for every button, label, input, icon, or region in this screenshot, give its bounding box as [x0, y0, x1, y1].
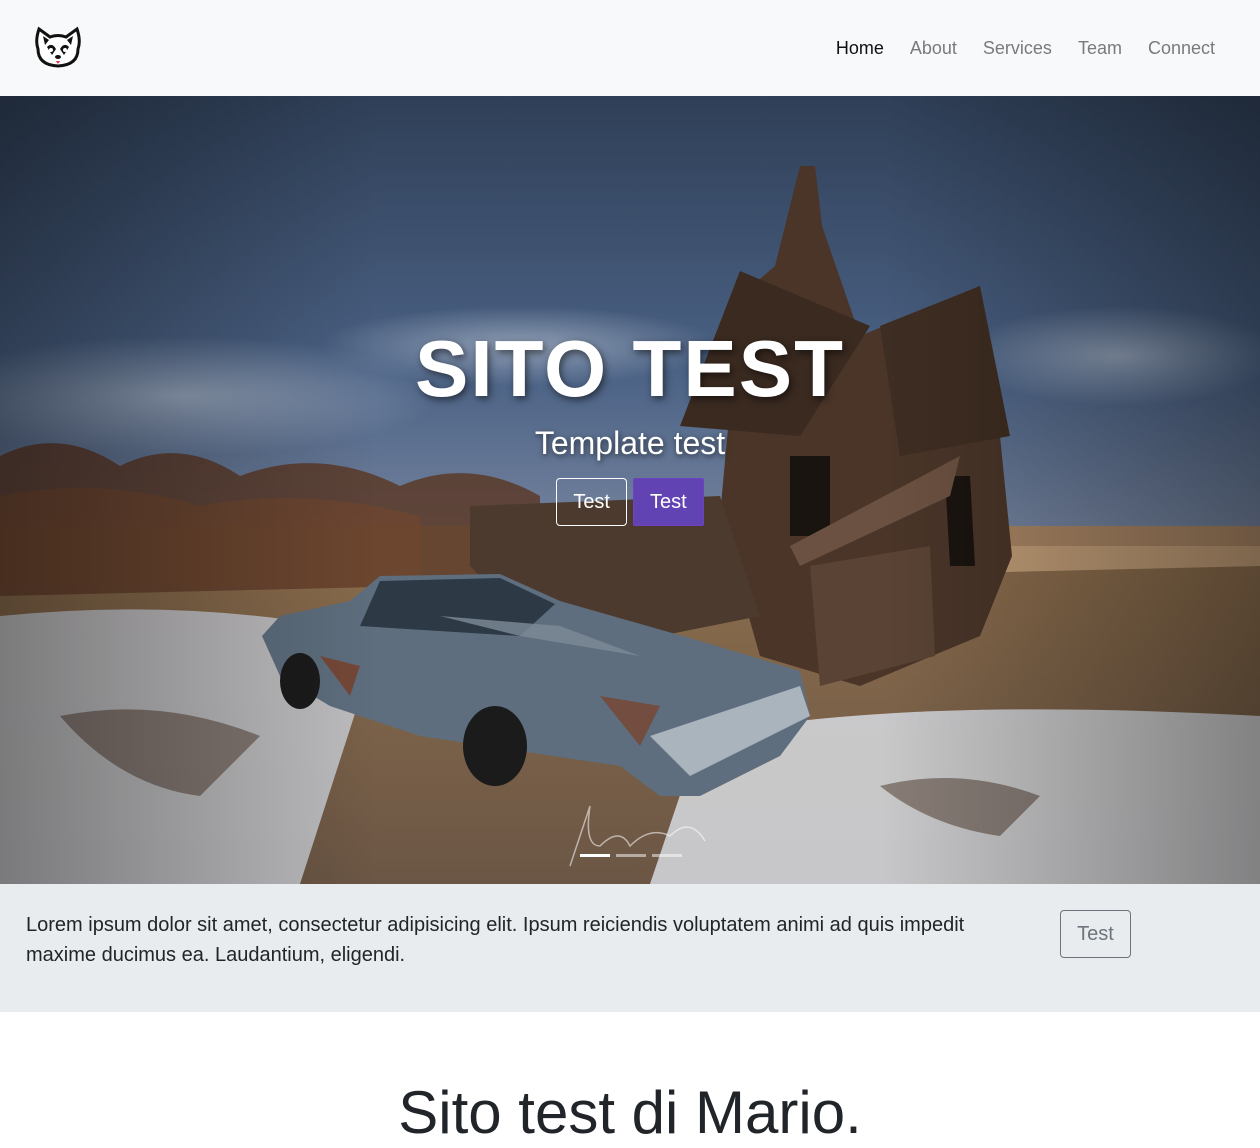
navbar: Home About Services Team Connect — [0, 0, 1260, 96]
hero-buttons: Test Test — [0, 478, 1260, 526]
nav-services[interactable]: Services — [970, 36, 1065, 60]
nav-connect[interactable]: Connect — [1135, 36, 1228, 60]
info-strip: Lorem ipsum dolor sit amet, consectetur … — [0, 884, 1260, 1012]
nav-links: Home About Services Team Connect — [823, 36, 1228, 60]
hero-carousel[interactable]: SITO TEST Template test Test Test — [0, 96, 1260, 884]
hero-title: SITO TEST — [415, 324, 845, 413]
info-text: Lorem ipsum dolor sit amet, consectetur … — [26, 914, 965, 966]
husky-logo-icon[interactable] — [34, 25, 82, 69]
hero-caption: SITO TEST Template test Test Test — [0, 324, 1260, 526]
section-title: Sito test di Mario. — [398, 1079, 862, 1146]
carousel-indicator-2[interactable] — [616, 854, 646, 857]
carousel-indicator-1[interactable] — [580, 854, 610, 857]
carousel-indicator-3[interactable] — [652, 854, 682, 857]
photographer-signature — [569, 805, 706, 867]
hero-primary-button[interactable]: Test — [633, 478, 704, 526]
info-button[interactable]: Test — [1060, 910, 1131, 958]
nav-about[interactable]: About — [897, 36, 970, 60]
carousel-indicators — [580, 854, 682, 857]
nav-team[interactable]: Team — [1065, 36, 1135, 60]
nav-home[interactable]: Home — [823, 36, 897, 60]
hero-outline-button[interactable]: Test — [556, 478, 627, 526]
hero-subtitle: Template test — [534, 425, 726, 461]
